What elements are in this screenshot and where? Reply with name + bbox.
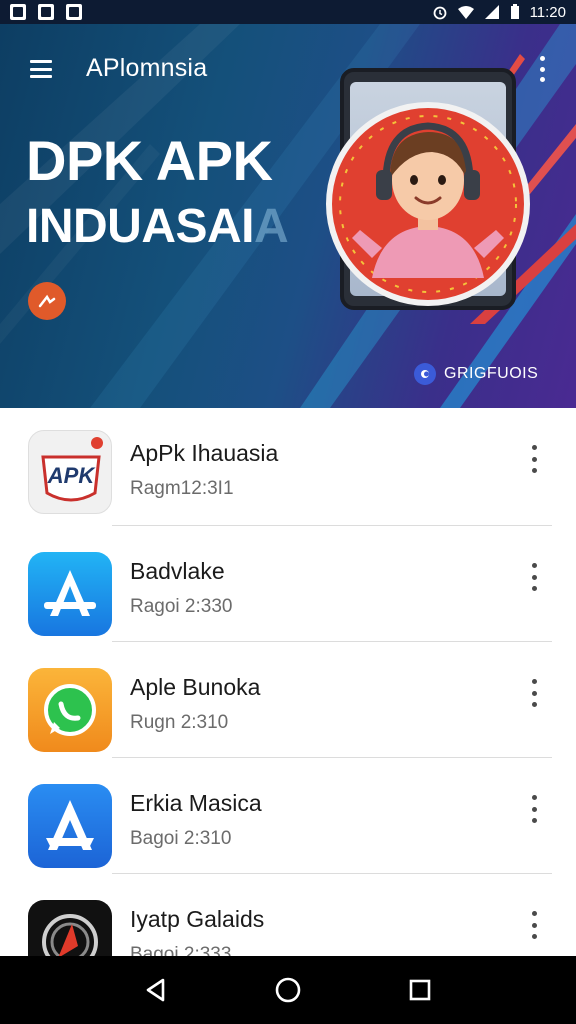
hero-headline-line2: INDUASAIA (26, 200, 289, 254)
hamburger-menu-icon[interactable] (26, 56, 56, 82)
app-subtitle: Bagoi 2:310 (130, 828, 232, 849)
list-item[interactable]: Erkia Masica Bagoi 2:310 (0, 758, 576, 874)
battery-icon (510, 4, 519, 19)
back-triangle-icon[interactable] (136, 970, 176, 1010)
home-circle-icon[interactable] (268, 970, 308, 1010)
app-list: APK ApPk Ihauasia Ragm12:3I1 Badvlake Ra… (0, 408, 576, 990)
list-item[interactable]: APK ApPk Ihauasia Ragm12:3I1 (0, 408, 576, 526)
more-vert-icon[interactable] (528, 54, 556, 84)
more-vert-icon[interactable] (522, 794, 546, 824)
system-icons: 11:20 (432, 4, 566, 21)
app-title: APlomnsia (86, 54, 208, 82)
list-item[interactable]: Badvlake Ragoi 2:330 (0, 526, 576, 642)
brand-text: GRIGFUOIS (444, 365, 539, 382)
more-vert-icon[interactable] (522, 678, 546, 708)
signal-icon (484, 5, 499, 19)
app-store-a-icon (28, 784, 112, 868)
app-store-a-icon (28, 552, 112, 636)
arrow-right-icon[interactable] (28, 282, 66, 320)
more-vert-icon[interactable] (522, 562, 546, 592)
hero-headline-main: INDUASAI (26, 200, 255, 253)
alarm-icon (433, 6, 446, 20)
notification-icons (10, 4, 82, 20)
brand-badge: GRIGFUOIS (414, 360, 538, 388)
hero-headline-fade: A (254, 200, 289, 253)
svg-text:APK: APK (47, 463, 97, 488)
wifi-icon (457, 6, 474, 19)
image-icon (66, 4, 82, 20)
system-nav-bar (0, 956, 576, 1024)
app-name: Aple Bunoka (130, 674, 261, 700)
whatsapp-icon (28, 668, 112, 752)
app-subtitle: Rugn 2:310 (130, 712, 229, 733)
hero-headline-line1: DPK APK (26, 129, 273, 192)
image-icon (38, 4, 54, 20)
app-subtitle: Ragoi 2:330 (130, 596, 233, 617)
hero-banner: APlomnsia DPK APK INDUASAIA GRIGFUOIS (0, 24, 576, 408)
recents-square-icon[interactable] (400, 970, 440, 1010)
app-name: Erkia Masica (130, 790, 262, 816)
apk-logo-icon: APK (28, 430, 112, 514)
more-vert-icon[interactable] (522, 910, 546, 940)
app-name: Badvlake (130, 558, 225, 584)
image-icon (10, 4, 26, 20)
status-time: 11:20 (529, 3, 566, 21)
avatar (326, 102, 530, 306)
app-subtitle: Ragm12:3I1 (130, 478, 234, 499)
brand-logo-icon (414, 363, 436, 385)
status-bar: 11:20 (0, 0, 576, 24)
more-vert-icon[interactable] (522, 444, 546, 474)
app-name: Iyatp Galaids (130, 906, 265, 932)
list-item[interactable]: Aple Bunoka Rugn 2:310 (0, 642, 576, 758)
app-name: ApPk Ihauasia (130, 440, 279, 466)
